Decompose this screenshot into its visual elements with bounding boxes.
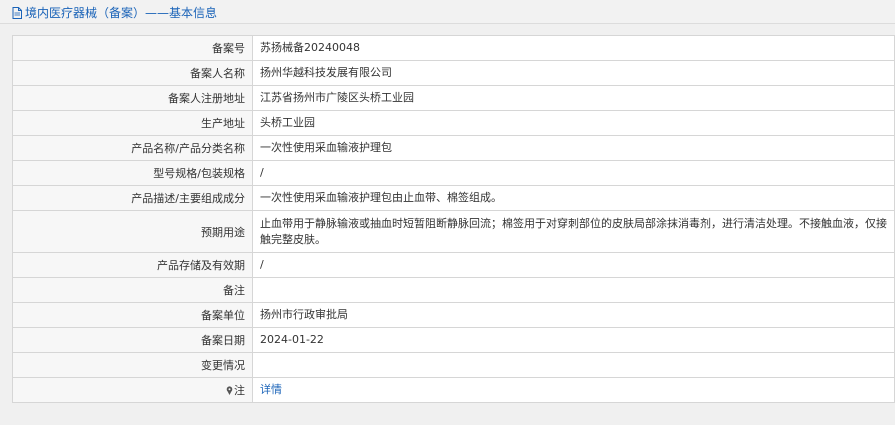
document-icon: [12, 6, 22, 19]
note-label-cell: 注: [12, 377, 253, 403]
table-row: 备案号 苏扬械备20240048: [12, 35, 895, 61]
row-label: 生产地址: [12, 110, 253, 136]
table-row: 产品描述/主要组成成分 一次性使用采血输液护理包由止血带、棉签组成。: [12, 185, 895, 211]
table-row: 产品存储及有效期 /: [12, 252, 895, 278]
table-row: 备案单位 扬州市行政审批局: [12, 302, 895, 328]
row-label: 备案号: [12, 35, 253, 61]
row-label: 备注: [12, 277, 253, 303]
table-row: 型号规格/包装规格 /: [12, 160, 895, 186]
table-row: 备案人注册地址 江苏省扬州市广陵区头桥工业园: [12, 85, 895, 111]
table-row: 备案日期 2024-01-22: [12, 327, 895, 353]
note-label: 注: [234, 384, 245, 397]
row-value: 2024-01-22: [252, 327, 895, 353]
row-label: 备案单位: [12, 302, 253, 328]
row-value: 止血带用于静脉输液或抽血时短暂阻断静脉回流；棉签用于对穿刺部位的皮肤局部涂抹消毒…: [252, 210, 895, 253]
row-value: 苏扬械备20240048: [252, 35, 895, 61]
note-row: 注 详情: [12, 377, 895, 403]
row-label: 变更情况: [12, 352, 253, 378]
row-label: 产品描述/主要组成成分: [12, 185, 253, 211]
row-value: [252, 277, 895, 303]
row-value: /: [252, 252, 895, 278]
row-value: 头桥工业园: [252, 110, 895, 136]
row-label: 备案人注册地址: [12, 85, 253, 111]
note-value-cell: 详情: [252, 377, 895, 403]
header-title-group: 境内医疗器械（备案）——基本信息: [12, 4, 217, 21]
row-label: 预期用途: [12, 210, 253, 253]
row-value: 扬州市行政审批局: [252, 302, 895, 328]
row-label: 产品名称/产品分类名称: [12, 135, 253, 161]
table-row: 变更情况: [12, 352, 895, 378]
row-label: 产品存储及有效期: [12, 252, 253, 278]
page-header: 境内医疗器械（备案）——基本信息: [0, 0, 895, 24]
row-value: [252, 352, 895, 378]
row-value: 一次性使用采血输液护理包由止血带、棉签组成。: [252, 185, 895, 211]
row-value: 江苏省扬州市广陵区头桥工业园: [252, 85, 895, 111]
row-label: 型号规格/包装规格: [12, 160, 253, 186]
table-row: 备案人名称 扬州华越科技发展有限公司: [12, 60, 895, 86]
row-label: 备案日期: [12, 327, 253, 353]
content-panel: 备案号 苏扬械备20240048 备案人名称 扬州华越科技发展有限公司 备案人注…: [0, 24, 895, 425]
info-table: 备案号 苏扬械备20240048 备案人名称 扬州华越科技发展有限公司 备案人注…: [12, 35, 895, 403]
row-value: /: [252, 160, 895, 186]
details-link[interactable]: 详情: [260, 383, 282, 396]
row-label: 备案人名称: [12, 60, 253, 86]
table-row: 产品名称/产品分类名称 一次性使用采血输液护理包: [12, 135, 895, 161]
table-row: 生产地址 头桥工业园: [12, 110, 895, 136]
row-value: 扬州华越科技发展有限公司: [252, 60, 895, 86]
table-row: 预期用途 止血带用于静脉输液或抽血时短暂阻断静脉回流；棉签用于对穿刺部位的皮肤局…: [12, 210, 895, 253]
page-title: 境内医疗器械（备案）——基本信息: [25, 6, 218, 20]
row-value: 一次性使用采血输液护理包: [252, 135, 895, 161]
table-row: 备注: [12, 277, 895, 303]
pin-icon: [226, 386, 233, 395]
